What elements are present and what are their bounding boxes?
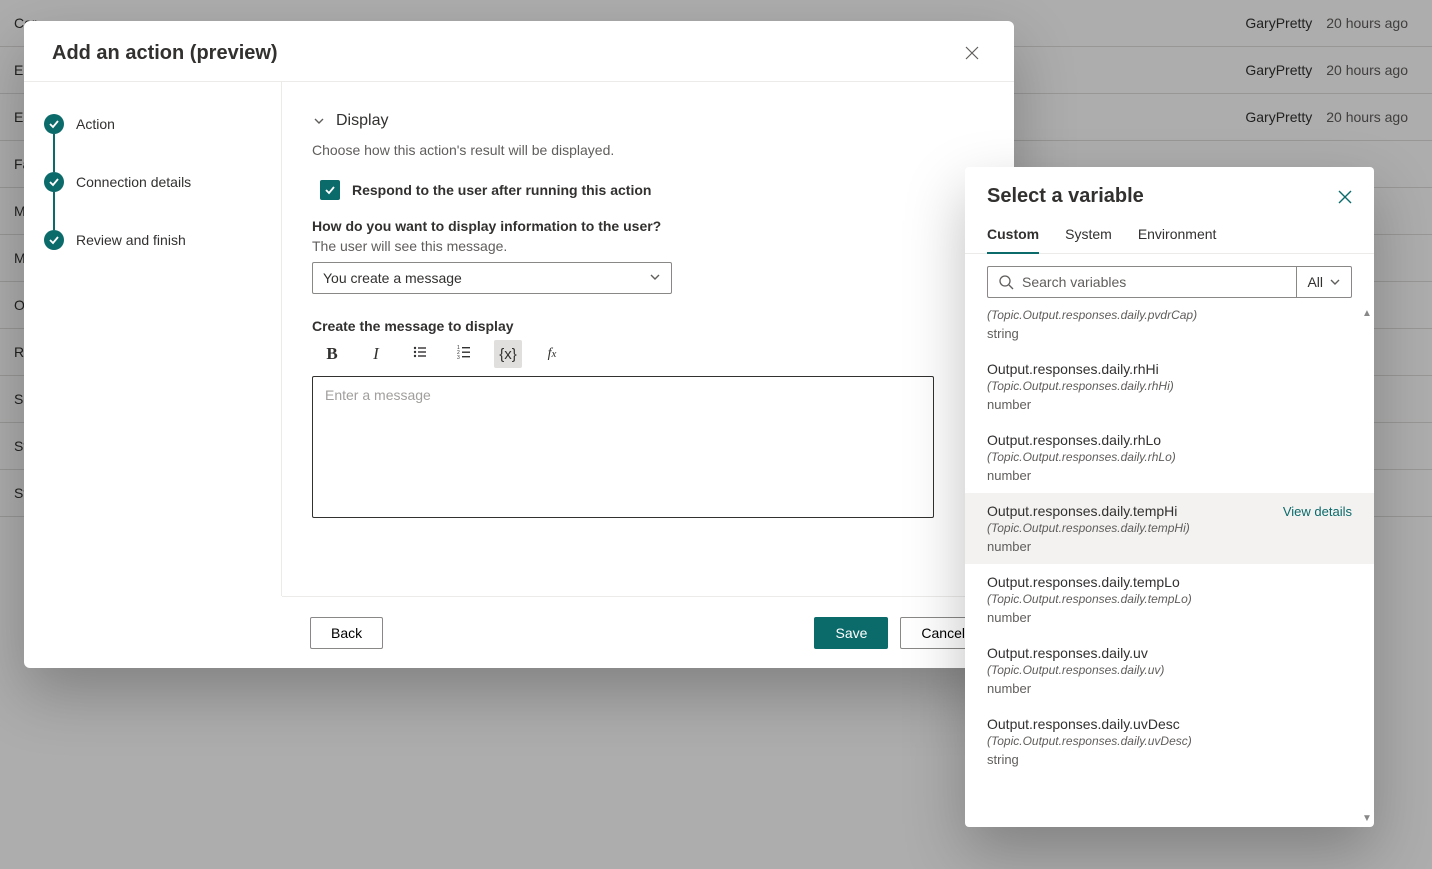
variable-name: Output.responses.daily.rhLo	[987, 432, 1161, 448]
message-editor[interactable]: Enter a message	[312, 376, 934, 518]
add-action-modal: Add an action (preview) Action Connection…	[24, 21, 1014, 668]
variable-search-box[interactable]	[987, 266, 1296, 298]
variable-name: Output.responses.daily.tempHi	[987, 503, 1177, 519]
wizard-stepper: Action Connection details Review and finis…	[24, 82, 282, 596]
variable-item[interactable]: (Topic.Output.responses.daily.pvdrCap) st…	[965, 308, 1374, 351]
close-icon	[1338, 190, 1352, 204]
italic-button[interactable]: I	[362, 340, 390, 368]
bullet-list-icon	[412, 344, 428, 365]
variable-path: (Topic.Output.responses.daily.uv)	[987, 663, 1352, 677]
step-label: Action	[76, 116, 115, 132]
variable-item[interactable]: Output.responses.daily.rhLo (Topic.Output…	[965, 422, 1374, 493]
chevron-down-icon	[312, 114, 326, 128]
variable-tabs: Custom System Environment	[965, 218, 1374, 254]
variable-path: (Topic.Output.responses.daily.tempLo)	[987, 592, 1352, 606]
editor-placeholder: Enter a message	[325, 387, 431, 403]
section-title: Display	[336, 112, 388, 130]
search-icon	[998, 274, 1014, 290]
select-variable-panel: Select a variable Custom System Environmen…	[965, 167, 1374, 827]
modal-body: Action Connection details Review and finis…	[24, 82, 1014, 596]
scroll-up-arrow-icon: ▲	[1362, 308, 1374, 320]
display-section-toggle[interactable]: Display	[312, 112, 988, 130]
display-question-label: How do you want to display information t…	[312, 218, 988, 234]
respond-checkbox-label: Respond to the user after running this a…	[352, 182, 651, 198]
variable-type: number	[987, 610, 1352, 625]
chevron-down-icon	[1329, 276, 1341, 288]
modal-footer: Back Save Cancel	[282, 596, 1014, 668]
back-button[interactable]: Back	[310, 617, 383, 649]
variable-type: string	[987, 326, 1352, 341]
modal-title: Add an action (preview)	[52, 42, 278, 65]
variable-type: number	[987, 681, 1352, 696]
variable-name: Output.responses.daily.rhHi	[987, 361, 1159, 377]
variable-path: (Topic.Output.responses.daily.tempHi)	[987, 521, 1352, 535]
variable-type: string	[987, 752, 1352, 767]
variable-filter-dropdown[interactable]: All	[1296, 266, 1352, 298]
variable-type: number	[987, 539, 1352, 554]
variable-path: (Topic.Output.responses.daily.uvDesc)	[987, 734, 1352, 748]
select-value: You create a message	[323, 270, 462, 286]
modal-content: Display Choose how this action's result …	[282, 82, 1014, 596]
step-check-icon	[44, 230, 64, 250]
close-icon	[965, 46, 979, 60]
close-variable-panel-button[interactable]	[1338, 190, 1352, 204]
variable-panel-title: Select a variable	[987, 185, 1144, 208]
display-sub-label: The user will see this message.	[312, 238, 988, 254]
variable-name: Output.responses.daily.tempLo	[987, 574, 1180, 590]
insert-variable-button[interactable]: {x}	[494, 340, 522, 368]
stepper-step[interactable]: Review and finish	[44, 230, 263, 250]
chevron-down-icon	[649, 270, 661, 286]
step-check-icon	[44, 172, 64, 192]
variable-path: (Topic.Output.responses.daily.pvdrCap)	[987, 308, 1352, 322]
stepper-step[interactable]: Action	[44, 114, 263, 172]
respond-checkbox-row[interactable]: Respond to the user after running this a…	[320, 180, 988, 200]
scroll-down-arrow-icon: ▼	[1362, 813, 1374, 825]
step-label: Review and finish	[76, 232, 186, 248]
variable-path: (Topic.Output.responses.daily.rhLo)	[987, 450, 1352, 464]
variable-tab-environment[interactable]: Environment	[1138, 226, 1217, 253]
step-label: Connection details	[76, 174, 191, 190]
bullet-list-button[interactable]	[406, 340, 434, 368]
variable-name: Output.responses.daily.uv	[987, 645, 1148, 661]
filter-label: All	[1307, 274, 1323, 290]
display-mode-select[interactable]: You create a message	[312, 262, 672, 294]
variable-icon: {x}	[499, 346, 517, 363]
editor-toolbar: B I 123 {x} fx	[312, 340, 988, 368]
variable-panel-header: Select a variable	[965, 167, 1374, 218]
section-description: Choose how this action's result will be …	[312, 142, 988, 158]
variable-name: Output.responses.daily.uvDesc	[987, 716, 1180, 732]
step-check-icon	[44, 114, 64, 134]
variable-item[interactable]: Output.responses.daily.tempLo (Topic.Outp…	[965, 564, 1374, 635]
view-details-link[interactable]: View details	[1283, 504, 1352, 519]
variable-item[interactable]: Output.responses.daily.uvDesc (Topic.Outp…	[965, 706, 1374, 777]
save-button[interactable]: Save	[814, 617, 888, 649]
variable-item[interactable]: Output.responses.daily.tempHi View detail…	[965, 493, 1374, 564]
variable-tab-system[interactable]: System	[1065, 226, 1112, 253]
bold-button[interactable]: B	[318, 340, 346, 368]
variable-item[interactable]: Output.responses.daily.uv (Topic.Output.r…	[965, 635, 1374, 706]
variable-type: number	[987, 468, 1352, 483]
stepper-step[interactable]: Connection details	[44, 172, 263, 230]
variable-path: (Topic.Output.responses.daily.rhHi)	[987, 379, 1352, 393]
number-list-button[interactable]: 123	[450, 340, 478, 368]
variable-list[interactable]: ▲ ▼ (Topic.Output.responses.daily.pvdrCa…	[965, 306, 1374, 827]
create-message-label: Create the message to display	[312, 318, 988, 334]
variable-search-input[interactable]	[1022, 274, 1286, 290]
italic-icon: I	[373, 344, 379, 364]
variable-tab-custom[interactable]: Custom	[987, 226, 1039, 254]
modal-header: Add an action (preview)	[24, 21, 1014, 82]
bold-icon: B	[326, 344, 337, 364]
variable-search-row: All	[965, 254, 1374, 306]
insert-formula-button[interactable]: fx	[538, 340, 566, 368]
svg-text:3: 3	[457, 355, 460, 360]
number-list-icon: 123	[456, 344, 472, 365]
formula-icon: fx	[548, 346, 557, 362]
close-modal-button[interactable]	[958, 39, 986, 67]
checkbox-checked-icon	[320, 180, 340, 200]
variable-type: number	[987, 397, 1352, 412]
variable-item[interactable]: Output.responses.daily.rhHi (Topic.Output…	[965, 351, 1374, 422]
